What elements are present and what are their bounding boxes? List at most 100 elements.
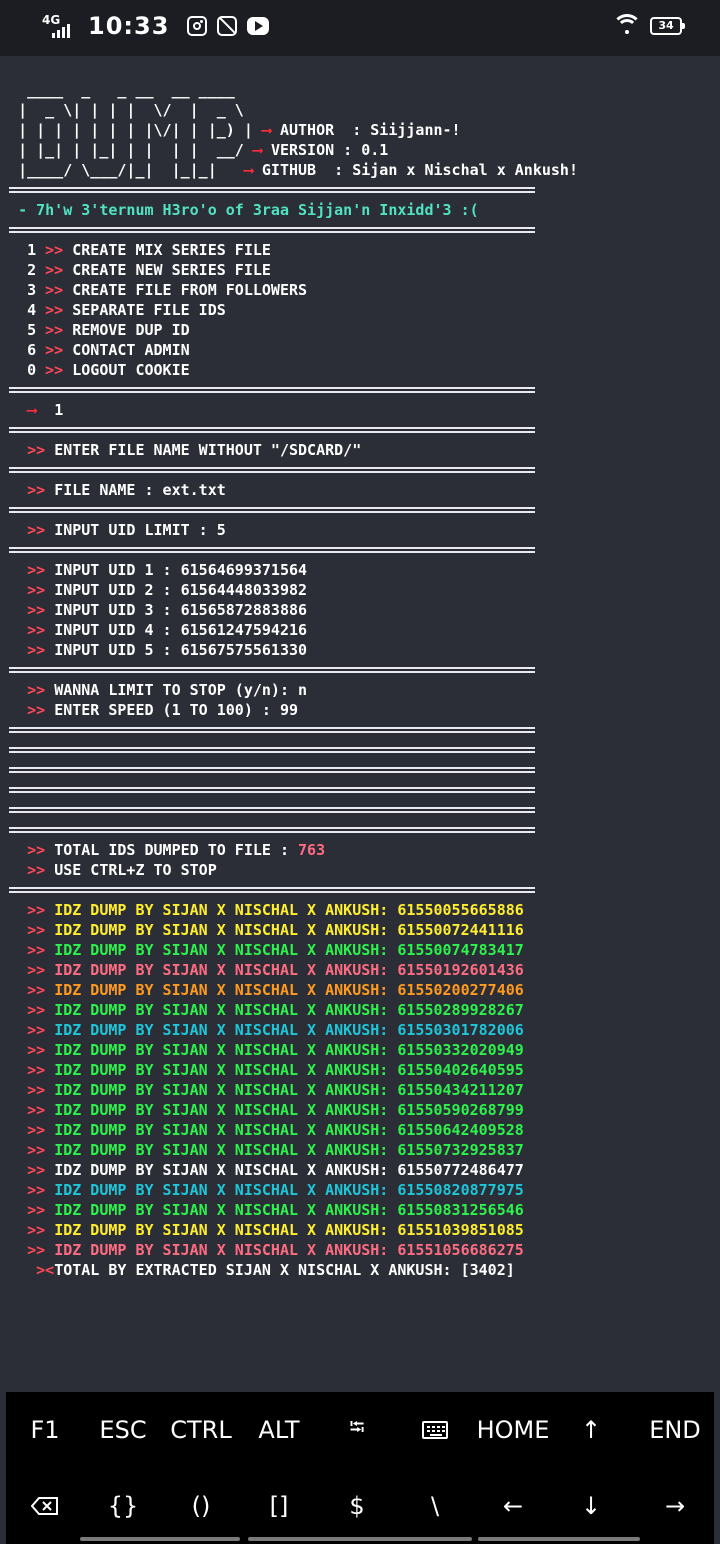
uid-line: >> INPUT UID 2 : 61564448033982 (27, 581, 308, 599)
extra-keys-row-1: F1 ESC CTRL ALT ⭾ HOME ↑ END (6, 1392, 714, 1468)
uid-list: >> INPUT UID 1 : 61564699371564 >> INPUT… (0, 560, 720, 660)
total-dumped-line: >> TOTAL IDS DUMPED TO FILE : 763 (27, 841, 326, 859)
tab-key[interactable]: ⭾ (318, 1392, 396, 1468)
braces-key[interactable]: {} (84, 1468, 162, 1544)
bottom-scroll-indicators (0, 1536, 720, 1544)
battery-level: 34 (658, 19, 674, 32)
extra-keys-bar: F1 ESC CTRL ALT ⭾ HOME ↑ END {} () [] $ … (6, 1392, 714, 1544)
dump-id: 61550192601436 (397, 961, 524, 979)
arrow-left-icon: ← (502, 1492, 524, 1520)
brackets-key[interactable]: [] (240, 1468, 318, 1544)
dump-id: 61550289928267 (397, 1001, 524, 1019)
status-left: 4G 10:33 (40, 12, 270, 40)
uid-line: >> INPUT UID 3 : 61565872883886 (27, 601, 308, 619)
separator (0, 720, 720, 740)
ctrl-key[interactable]: CTRL (162, 1392, 240, 1468)
option-line: >> ENTER SPEED (1 TO 100) : 99 (27, 701, 299, 719)
banner-line-3: | | | | | | | |\/| | |_) | ⟶ AUTHOR : Si… (18, 121, 461, 139)
separator (0, 740, 720, 760)
menu-list: 1 >> CREATE MIX SERIES FILE 2 >> CREATE … (0, 240, 720, 380)
parens-key[interactable]: () (162, 1468, 240, 1544)
separator (0, 220, 720, 240)
down-key[interactable]: ↓ (552, 1468, 630, 1544)
uid-line: >> INPUT UID 1 : 61564699371564 (27, 561, 308, 579)
right-key[interactable]: → (636, 1468, 714, 1544)
dump-row: >> IDZ DUMP BY SIJAN X NISCHAL X ANKUSH:… (27, 1001, 524, 1019)
choice-line: ⟶ 1 (0, 400, 720, 420)
screenshot-off-icon (217, 16, 238, 36)
options-list: >> WANNA LIMIT TO STOP (y/n): n >> ENTER… (0, 680, 720, 720)
arrow-right-icon: → (664, 1492, 686, 1520)
keyboard-key[interactable] (396, 1392, 474, 1468)
dump-id: 61550332020949 (397, 1041, 524, 1059)
status-time: 10:33 (88, 12, 170, 40)
backspace-icon (31, 1496, 59, 1516)
dump-row: >> IDZ DUMP BY SIJAN X NISCHAL X ANKUSH:… (27, 1141, 524, 1159)
tagline: - 7h'w 3'ternum H3ro'o of 3raa Sijjan'n … (18, 201, 479, 219)
up-key[interactable]: ↑ (552, 1392, 630, 1468)
arrow-icon: ⟶ (243, 161, 253, 179)
github-label: GITHUB : Sijan x Nischal x Ankush! (261, 161, 578, 179)
f1-key[interactable]: F1 (6, 1392, 84, 1468)
dump-row: >> IDZ DUMP BY SIJAN X NISCHAL X ANKUSH:… (27, 1181, 524, 1199)
dump-row: >> IDZ DUMP BY SIJAN X NISCHAL X ANKUSH:… (27, 921, 524, 939)
banner-line-4: | |_| | |_| | | | | __/ ⟶ VERSION : 0.1 (18, 141, 389, 159)
battery-icon: 34 (650, 17, 685, 35)
dump-row: >> IDZ DUMP BY SIJAN X NISCHAL X ANKUSH:… (27, 961, 524, 979)
separator (0, 420, 720, 440)
menu-item-6: 6 >> CONTACT ADMIN (27, 341, 190, 359)
home-key[interactable]: HOME (474, 1392, 552, 1468)
separator (0, 800, 720, 820)
end-key[interactable]: END (636, 1392, 714, 1468)
terminal-output[interactable]: ____ _ _ __ __ ____ | _ \| | | | \/ | _ … (0, 80, 720, 1280)
alt-key[interactable]: ALT (240, 1392, 318, 1468)
dump-id: 61550072441116 (397, 921, 524, 939)
separator (0, 880, 720, 900)
dump-row: >> IDZ DUMP BY SIJAN X NISCHAL X ANKUSH:… (27, 1201, 524, 1219)
separator (0, 460, 720, 480)
banner-line-5: |____/ \___/|_| |_|_| ⟶ GITHUB : Sijan x… (18, 161, 578, 179)
backslash-key[interactable]: \ (396, 1468, 474, 1544)
dump-row: >> IDZ DUMP BY SIJAN X NISCHAL X ANKUSH:… (27, 1041, 524, 1059)
banner-line-1: ____ _ _ __ __ ____ (18, 81, 235, 99)
wifi-icon (612, 14, 642, 36)
dump-id: 61550831256546 (397, 1201, 524, 1219)
dump-row: >> IDZ DUMP BY SIJAN X NISCHAL X ANKUSH:… (27, 941, 524, 959)
dump-row: >> IDZ DUMP BY SIJAN X NISCHAL X ANKUSH:… (27, 981, 524, 999)
arrow-icon: ⟶ (252, 141, 262, 159)
author-label: AUTHOR : Siijjann-! (279, 121, 461, 139)
menu-item-5: 5 >> REMOVE DUP ID (27, 321, 190, 339)
keyboard-icon (422, 1421, 448, 1439)
dump-list: >> IDZ DUMP BY SIJAN X NISCHAL X ANKUSH:… (0, 900, 720, 1260)
dump-row: >> IDZ DUMP BY SIJAN X NISCHAL X ANKUSH:… (27, 1161, 524, 1179)
backspace-key[interactable] (6, 1468, 84, 1544)
separator (0, 780, 720, 800)
dump-id: 61551039851085 (397, 1221, 524, 1239)
dump-row: >> IDZ DUMP BY SIJAN X NISCHAL X ANKUSH:… (27, 901, 524, 919)
status-bar: 4G 10:33 34 (0, 0, 720, 56)
dump-row: >> IDZ DUMP BY SIJAN X NISCHAL X ANKUSH:… (27, 1021, 524, 1039)
extra-keys-row-2: {} () [] $ \ ← ↓ → (6, 1468, 714, 1544)
menu-item-2: 2 >> CREATE NEW SERIES FILE (27, 261, 271, 279)
dump-id: 61551056686275 (397, 1241, 524, 1259)
dump-id: 61550820877975 (397, 1181, 524, 1199)
left-key[interactable]: ← (474, 1468, 552, 1544)
menu-item-3: 3 >> CREATE FILE FROM FOLLOWERS (27, 281, 308, 299)
separator (0, 180, 720, 200)
dump-id: 61550590268799 (397, 1101, 524, 1119)
esc-key[interactable]: ESC (84, 1392, 162, 1468)
dump-row: >> IDZ DUMP BY SIJAN X NISCHAL X ANKUSH:… (27, 1081, 524, 1099)
separator (0, 380, 720, 400)
signal-icon: 4G (40, 12, 74, 40)
menu-item-1: 1 >> CREATE MIX SERIES FILE (27, 241, 271, 259)
dollar-key[interactable]: $ (318, 1468, 396, 1544)
extracted-total-line: ><TOTAL BY EXTRACTED SIJAN X NISCHAL X A… (36, 1261, 515, 1279)
total-dumped-count: 763 (298, 841, 326, 859)
menu-item-0: 0 >> LOGOUT COOKIE (27, 361, 190, 379)
option-line: >> WANNA LIMIT TO STOP (y/n): n (27, 681, 308, 699)
uid-line: >> INPUT UID 5 : 61567575561330 (27, 641, 308, 659)
dump-id: 61550642409528 (397, 1121, 524, 1139)
status-right: 34 (612, 14, 685, 36)
dump-row: >> IDZ DUMP BY SIJAN X NISCHAL X ANKUSH:… (27, 1121, 524, 1139)
arrow-icon: ⟶ (261, 121, 271, 139)
